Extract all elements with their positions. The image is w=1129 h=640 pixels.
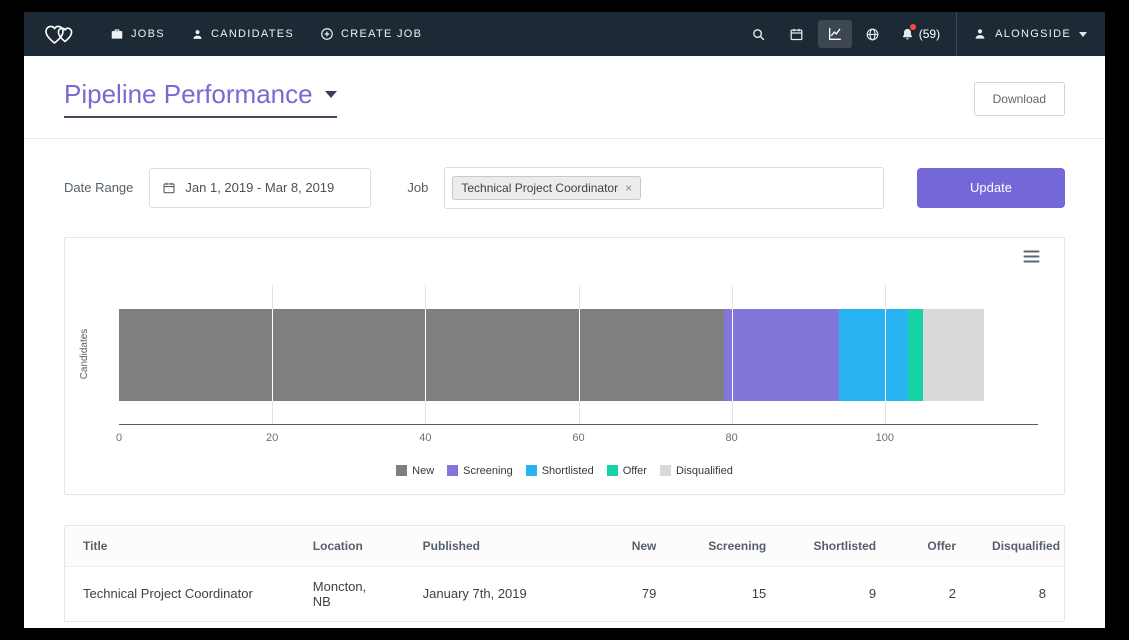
job-chip-label: Technical Project Coordinator bbox=[461, 181, 618, 195]
legend-item-shortlisted[interactable]: Shortlisted bbox=[526, 465, 594, 477]
navbar-divider bbox=[956, 12, 957, 56]
nav-item-jobs[interactable]: JOBS bbox=[110, 27, 165, 41]
date-range-value: Jan 1, 2019 - Mar 8, 2019 bbox=[185, 180, 334, 195]
chevron-down-icon bbox=[325, 91, 337, 98]
x-tick-label: 60 bbox=[572, 432, 584, 444]
x-tick-label: 0 bbox=[116, 432, 122, 444]
x-tick-label: 100 bbox=[876, 432, 894, 444]
page-header: Pipeline Performance Download bbox=[24, 56, 1105, 139]
column-header-shortlisted: Shortlisted bbox=[784, 526, 894, 567]
table-header-row: TitleLocationPublishedNewScreeningShortl… bbox=[65, 526, 1064, 567]
bar-segment-offer[interactable] bbox=[908, 309, 923, 401]
table-cell-offer: 2 bbox=[894, 566, 974, 621]
bar-segment-disqualified[interactable] bbox=[923, 309, 984, 401]
column-header-new: New bbox=[574, 526, 674, 567]
bar-segment-screening[interactable] bbox=[724, 309, 839, 401]
nav-item-candidates[interactable]: CANDIDATES bbox=[191, 28, 294, 41]
table-cell-location: Moncton, NB bbox=[295, 566, 405, 621]
calendar-icon bbox=[162, 181, 176, 195]
job-select-input[interactable]: Technical Project Coordinator × bbox=[444, 167, 884, 209]
table-cell-new: 79 bbox=[574, 566, 674, 621]
legend-swatch bbox=[607, 465, 618, 476]
legend-label: Offer bbox=[623, 465, 647, 477]
date-range-label: Date Range bbox=[64, 180, 133, 195]
nav-item-label: CANDIDATES bbox=[211, 28, 294, 40]
table-cell-published: January 7th, 2019 bbox=[405, 566, 575, 621]
job-chip[interactable]: Technical Project Coordinator × bbox=[452, 176, 641, 200]
bar-segment-shortlisted[interactable] bbox=[839, 309, 908, 401]
page-title: Pipeline Performance bbox=[64, 80, 313, 109]
x-tick-label: 40 bbox=[419, 432, 431, 444]
date-range-input[interactable]: Jan 1, 2019 - Mar 8, 2019 bbox=[149, 168, 371, 208]
column-header-offer: Offer bbox=[894, 526, 974, 567]
column-header-title: Title bbox=[65, 526, 295, 567]
double-heart-icon bbox=[42, 21, 76, 47]
x-tick-label: 80 bbox=[726, 432, 738, 444]
search-icon[interactable] bbox=[742, 20, 776, 48]
user-icon bbox=[973, 27, 987, 41]
update-button[interactable]: Update bbox=[917, 168, 1065, 208]
nav-item-create-job[interactable]: CREATE JOB bbox=[320, 27, 422, 41]
table-cell-screening: 15 bbox=[674, 566, 784, 621]
results-table: TitleLocationPublishedNewScreeningShortl… bbox=[65, 526, 1064, 621]
table-row: Technical Project CoordinatorMoncton, NB… bbox=[65, 566, 1064, 621]
nav-item-label: CREATE JOB bbox=[341, 28, 422, 40]
legend-label: New bbox=[412, 465, 434, 477]
legend-item-offer[interactable]: Offer bbox=[607, 465, 647, 477]
legend-label: Screening bbox=[463, 465, 513, 477]
x-axis-labels: 0 20 40 60 80 100 bbox=[119, 432, 1038, 446]
chart-card: Candidates 0 20 40 60 80 100 New Screening Shor… bbox=[64, 237, 1065, 495]
legend-swatch bbox=[660, 465, 671, 476]
filter-bar: Date Range Jan 1, 2019 - Mar 8, 2019 Job… bbox=[24, 139, 1105, 237]
nav-item-label: JOBS bbox=[131, 28, 165, 40]
notification-count: (59) bbox=[919, 27, 940, 41]
globe-icon[interactable] bbox=[856, 20, 890, 48]
briefcase-icon bbox=[110, 27, 124, 41]
table-body: Technical Project CoordinatorMoncton, NB… bbox=[65, 566, 1064, 621]
legend-swatch bbox=[526, 465, 537, 476]
column-header-screening: Screening bbox=[674, 526, 784, 567]
legend-label: Shortlisted bbox=[542, 465, 594, 477]
legend-label: Disqualified bbox=[676, 465, 733, 477]
column-header-disqualified: Disqualified bbox=[974, 526, 1064, 567]
top-navbar: JOBS CANDIDATES CREATE JOB bbox=[24, 12, 1105, 56]
plus-circle-icon bbox=[320, 27, 334, 41]
notifications-button[interactable]: (59) bbox=[900, 27, 940, 42]
notification-dot bbox=[910, 24, 916, 30]
legend-item-screening[interactable]: Screening bbox=[447, 465, 513, 477]
column-header-published: Published bbox=[405, 526, 575, 567]
x-tick-label: 20 bbox=[266, 432, 278, 444]
table-cell-title: Technical Project Coordinator bbox=[65, 566, 295, 621]
stacked-bar bbox=[119, 309, 1038, 401]
remove-chip-icon[interactable]: × bbox=[625, 182, 632, 194]
legend-item-new[interactable]: New bbox=[396, 465, 434, 477]
navbar-actions: (59) ALONGSIDE bbox=[738, 12, 1087, 56]
results-table-card: TitleLocationPublishedNewScreeningShortl… bbox=[64, 525, 1065, 622]
chart-plot: Candidates bbox=[119, 285, 1038, 425]
report-title-dropdown[interactable]: Pipeline Performance bbox=[64, 80, 337, 118]
download-button[interactable]: Download bbox=[974, 82, 1065, 116]
legend-swatch bbox=[396, 465, 407, 476]
column-header-location: Location bbox=[295, 526, 405, 567]
bar-segment-new[interactable] bbox=[119, 309, 724, 401]
account-menu[interactable]: ALONGSIDE bbox=[973, 27, 1087, 41]
chart-legend: New Screening Shortlisted Offer Disqualified bbox=[65, 465, 1064, 477]
table-cell-shortlisted: 9 bbox=[784, 566, 894, 621]
table-cell-disqualified: 8 bbox=[974, 566, 1064, 621]
legend-swatch bbox=[447, 465, 458, 476]
legend-item-disqualified[interactable]: Disqualified bbox=[660, 465, 733, 477]
account-name: ALONGSIDE bbox=[995, 28, 1071, 40]
chart-menu-icon[interactable] bbox=[1023, 250, 1040, 268]
app-window: JOBS CANDIDATES CREATE JOB bbox=[24, 12, 1105, 628]
person-icon bbox=[191, 28, 204, 41]
calendar-icon[interactable] bbox=[780, 20, 814, 48]
chevron-down-icon bbox=[1079, 32, 1087, 37]
brand-logo[interactable] bbox=[42, 21, 76, 47]
y-axis-label: Candidates bbox=[79, 329, 90, 380]
job-label: Job bbox=[407, 180, 428, 195]
analytics-icon[interactable] bbox=[818, 20, 852, 48]
